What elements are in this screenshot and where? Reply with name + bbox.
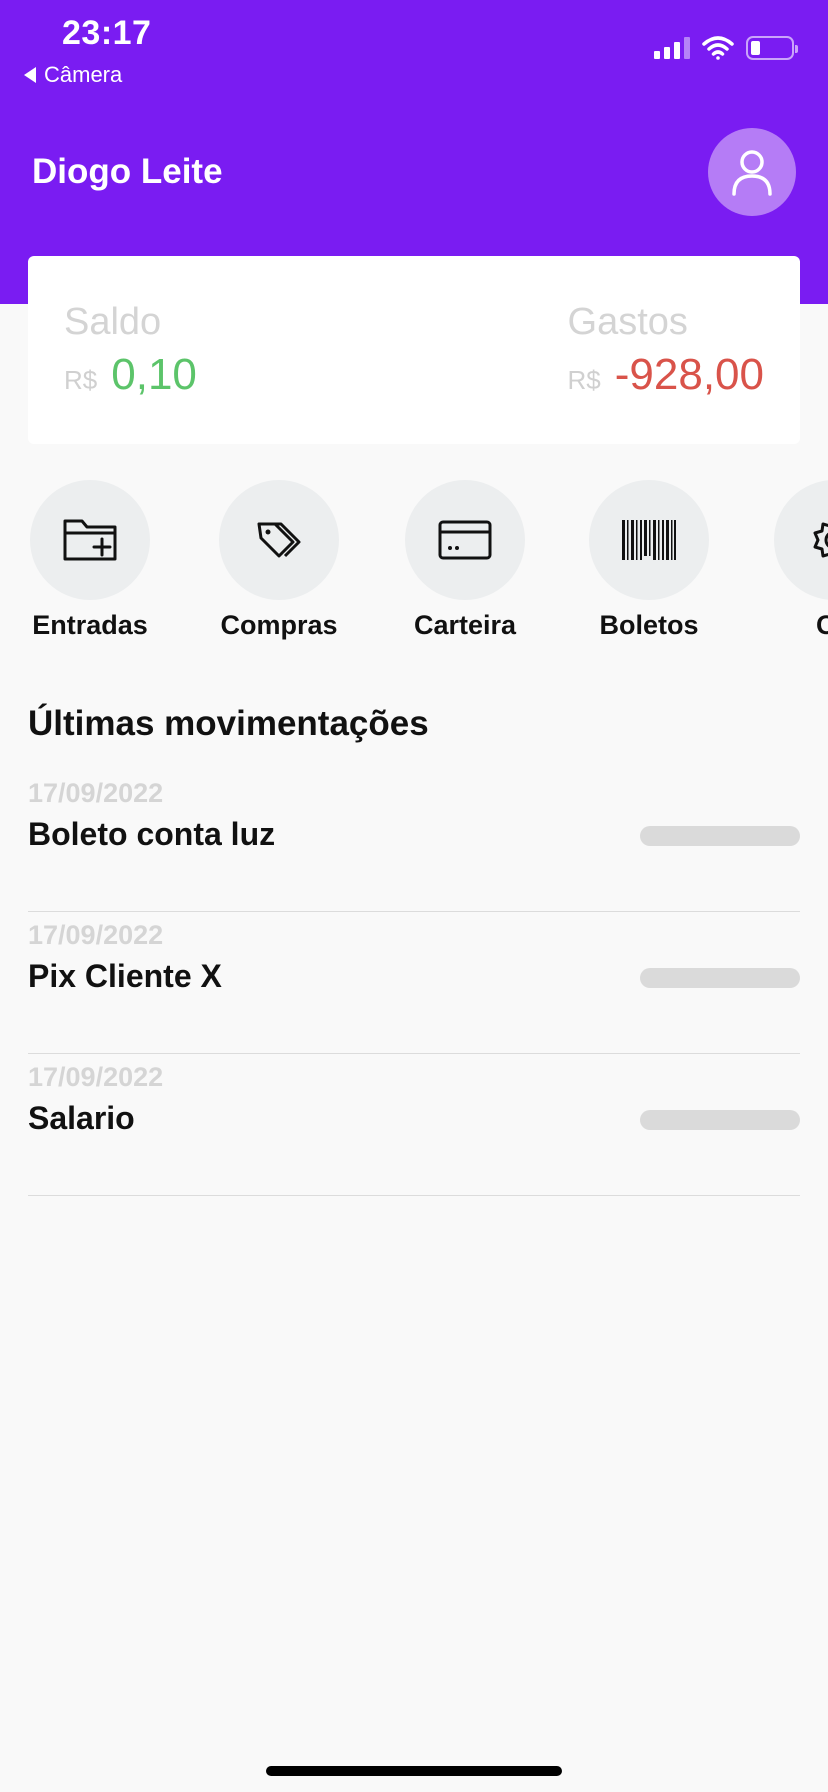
movements-list: 17/09/2022 Boleto conta luz 17/09/2022 P… xyxy=(28,770,800,1196)
movement-date: 17/09/2022 xyxy=(28,920,164,950)
balance-card: Saldo R$ 0,10 Gastos R$ -928,00 xyxy=(28,256,800,444)
user-name: Diogo Leite xyxy=(32,152,223,191)
home-indicator[interactable] xyxy=(266,1766,562,1776)
shortcut-label: Entradas xyxy=(32,610,148,640)
balance-currency: R$ xyxy=(64,365,98,395)
amount-loading-placeholder xyxy=(640,1110,800,1130)
shortcut-label: Boletos xyxy=(599,610,699,640)
expenses-currency: R$ xyxy=(567,365,601,395)
shortcut-entradas[interactable]: Entradas xyxy=(15,480,165,641)
movements-title: Últimas movimentações xyxy=(28,704,429,743)
shortcut-label: Carteira xyxy=(413,610,517,640)
amount-loading-placeholder xyxy=(640,826,800,846)
status-time: 23:17 xyxy=(62,14,152,52)
expenses-label: Gastos xyxy=(567,301,688,343)
status-indicators xyxy=(654,36,798,60)
shortcut-compras[interactable]: Compras xyxy=(204,480,354,641)
balance-section: Saldo R$ 0,10 xyxy=(64,302,197,400)
list-item[interactable]: 17/09/2022 Boleto conta luz xyxy=(28,770,800,912)
shortcut-label: Co xyxy=(816,610,828,640)
wifi-icon xyxy=(702,36,734,60)
app-screen: 23:17 Câmera Diogo Leite Saldo R$ 0,10 G… xyxy=(0,0,828,1792)
movement-description: Pix Cliente X xyxy=(28,958,222,994)
back-arrow-icon xyxy=(24,67,36,83)
movement-date: 17/09/2022 xyxy=(28,778,164,808)
balance-label: Saldo xyxy=(64,301,162,343)
shortcut-label: Compras xyxy=(220,610,338,640)
expenses-value: -928,00 xyxy=(614,350,764,399)
barcode-icon xyxy=(622,520,676,560)
movement-date: 17/09/2022 xyxy=(28,1062,164,1092)
shortcut-boletos[interactable]: Boletos xyxy=(574,480,724,641)
gear-icon xyxy=(813,522,828,558)
amount-loading-placeholder xyxy=(640,968,800,988)
user-icon xyxy=(732,150,772,196)
tag-icon xyxy=(257,522,301,558)
cellular-signal-icon xyxy=(654,37,690,59)
movement-description: Boleto conta luz xyxy=(28,816,276,852)
shortcuts-carousel[interactable]: Entradas Compras Carteira Boletos C xyxy=(0,480,828,650)
battery-icon xyxy=(746,36,798,60)
back-to-camera-link[interactable]: Câmera xyxy=(24,62,122,88)
shortcut-carteira[interactable]: Carteira xyxy=(390,480,540,641)
credit-card-icon xyxy=(438,520,492,560)
list-item[interactable]: 17/09/2022 Pix Cliente X xyxy=(28,912,800,1054)
shortcut-configuracoes[interactable]: Co xyxy=(759,480,828,641)
folder-plus-icon xyxy=(63,519,117,561)
profile-avatar-button[interactable] xyxy=(708,128,796,216)
list-item[interactable]: 17/09/2022 Salario xyxy=(28,1054,800,1196)
back-label: Câmera xyxy=(44,62,123,87)
balance-value: 0,10 xyxy=(111,350,197,399)
movement-description: Salario xyxy=(28,1100,135,1136)
expenses-section: Gastos R$ -928,00 xyxy=(568,302,764,400)
